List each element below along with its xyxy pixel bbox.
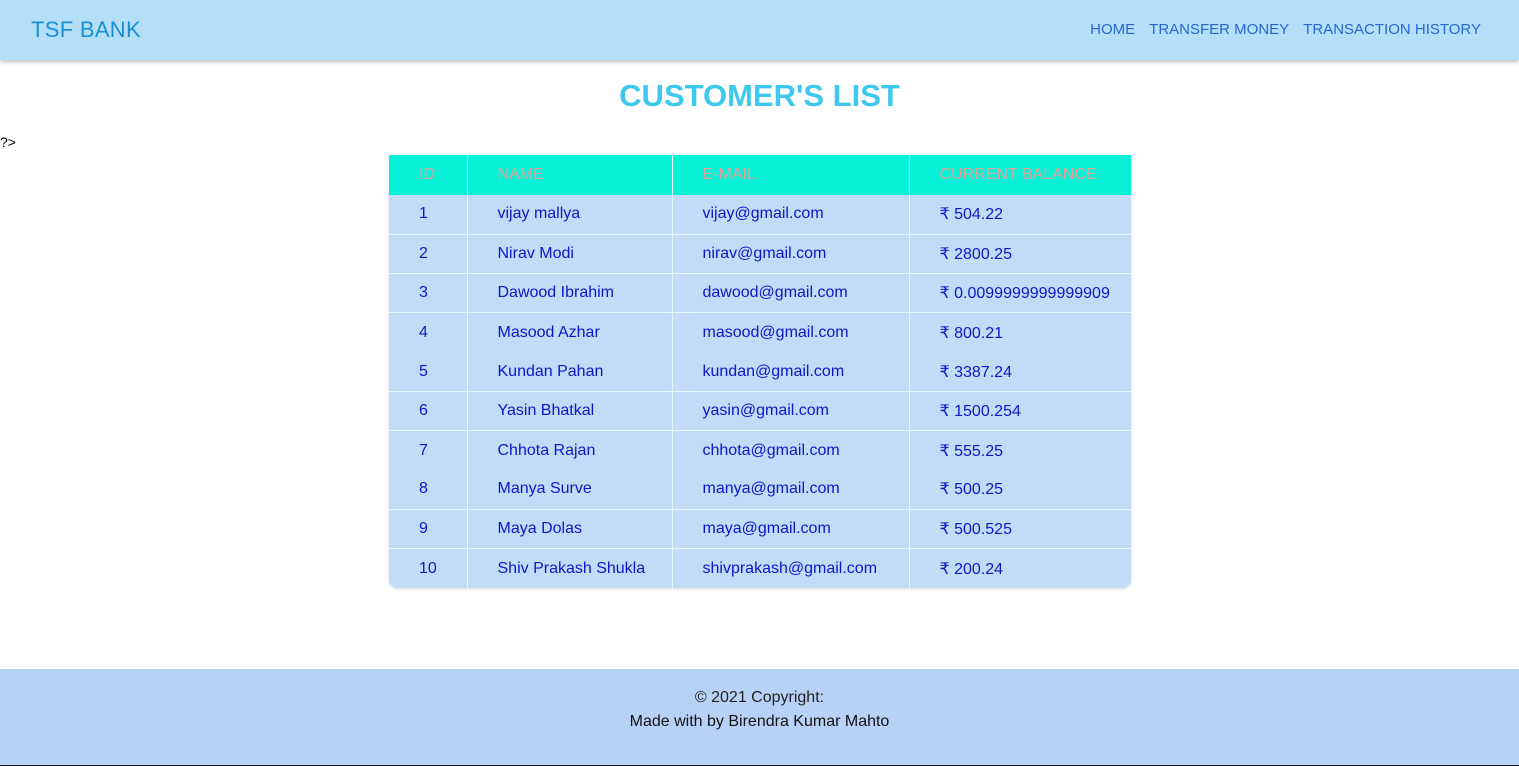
cell-name: Maya Dolas xyxy=(467,508,673,549)
nav-transaction-history-link[interactable]: TRANSACTION HISTORY xyxy=(1303,21,1481,38)
cell-id: 9 xyxy=(389,508,468,549)
nav-home-link[interactable]: HOME xyxy=(1090,21,1135,38)
navbar: TSF BANK HOME TRANSFER MONEY TRANSACTION… xyxy=(0,0,1519,60)
cell-balance: ₹ 2800.25 xyxy=(909,233,1131,274)
cell-id: 5 xyxy=(389,352,468,392)
cell-id: 8 xyxy=(389,470,468,510)
table-row: 3 Dawood Ibrahim dawood@gmail.com ₹ 0.00… xyxy=(389,273,1131,313)
brand-link[interactable]: TSF BANK xyxy=(31,17,141,43)
cell-balance: ₹ 200.24 xyxy=(909,548,1131,588)
footer-credit: Made with by Birendra Kumar Mahto xyxy=(629,713,890,730)
footer: © 2021 Copyright: Made with by Birendra … xyxy=(0,669,1519,766)
table-row: 9 Maya Dolas maya@gmail.com ₹ 500.525 xyxy=(389,508,1131,549)
cell-email: maya@gmail.com xyxy=(672,508,910,549)
cell-name: Manya Surve xyxy=(467,470,673,510)
cell-email: shivprakash@gmail.com xyxy=(672,548,910,588)
cell-balance: ₹ 500.25 xyxy=(939,481,1004,499)
cell-balance: ₹ 500.525 xyxy=(909,508,1131,549)
cell-email: yasin@gmail.com xyxy=(672,390,910,431)
cell-name: vijay mallya xyxy=(467,195,673,235)
header-name: NAME xyxy=(467,155,673,195)
cell-name: Kundan Pahan xyxy=(467,352,673,392)
cell-balance: ₹ 1500.254 xyxy=(909,390,1131,431)
cell-email: nirav@gmail.com xyxy=(672,233,910,274)
nav-transfer-money-link[interactable]: TRANSFER MONEY xyxy=(1149,21,1289,38)
cell-id: 10 xyxy=(389,548,468,588)
cell-balance: ₹ 0.0099999999999909 xyxy=(909,273,1131,313)
cell-email: kundan@gmail.com xyxy=(672,352,910,392)
table-row: 2 Nirav Modi nirav@gmail.com ₹ 2800.25 xyxy=(389,233,1131,274)
cell-balance: ₹ 504.22 xyxy=(939,206,1004,224)
cell-email: manya@gmail.com xyxy=(672,470,910,510)
table-header-row: ID NAME E-MAIL CURRENT BALANCE xyxy=(389,155,1131,195)
cell-name: Chhota Rajan xyxy=(467,430,673,471)
header-id: ID xyxy=(389,155,468,195)
header-current-balance: CURRENT BALANCE xyxy=(939,166,1097,183)
cell-name: Nirav Modi xyxy=(467,233,673,274)
cell-id: 2 xyxy=(389,233,468,274)
customer-table: ID NAME E-MAIL CURRENT BALANCE 1 vijay m… xyxy=(389,155,1131,588)
cell-email: chhota@gmail.com xyxy=(672,430,910,471)
footer-copyright: © 2021 Copyright: xyxy=(694,689,825,706)
table-row: 7 Chhota Rajan chhota@gmail.com ₹ 555.25 xyxy=(389,430,1131,471)
table-row: 4 Masood Azhar masood@gmail.com ₹ 800.21 xyxy=(389,312,1131,353)
cell-name: Yasin Bhatkal xyxy=(467,390,673,431)
cell-email: masood@gmail.com xyxy=(672,312,910,353)
cell-name: Masood Azhar xyxy=(467,312,673,353)
cell-id: 4 xyxy=(389,312,468,353)
cell-email: vijay@gmail.com xyxy=(672,195,910,235)
header-email: E-MAIL xyxy=(672,155,910,195)
table-row: 1 vijay mallya vijay@gmail.com ₹ 504.22 xyxy=(389,195,1131,235)
table-row: 6 Yasin Bhatkal yasin@gmail.com ₹ 1500.2… xyxy=(389,390,1131,431)
table-row: 8 Manya Surve manya@gmail.com ₹ 500.25 xyxy=(389,470,1131,510)
cell-id: 3 xyxy=(389,273,468,313)
cell-id: 7 xyxy=(389,430,468,471)
nav-links: HOME TRANSFER MONEY TRANSACTION HISTORY xyxy=(1090,21,1481,38)
table-row: 5 Kundan Pahan kundan@gmail.com ₹ 3387.2… xyxy=(389,352,1131,392)
cell-id: 6 xyxy=(389,390,468,431)
cell-name: Shiv Prakash Shukla xyxy=(467,548,673,588)
cell-id: 1 xyxy=(389,195,468,235)
stray-php-text: ?> xyxy=(0,134,16,150)
cell-balance: ₹ 800.21 xyxy=(909,312,1131,353)
cell-email: dawood@gmail.com xyxy=(672,273,910,313)
table-row: 10 Shiv Prakash Shukla shivprakash@gmail… xyxy=(389,548,1131,588)
customer-table-container: ID NAME E-MAIL CURRENT BALANCE 1 vijay m… xyxy=(389,155,1131,588)
cell-balance: ₹ 3387.24 xyxy=(939,363,1012,381)
page-title: CUSTOMER'S LIST xyxy=(619,78,900,113)
cell-name: Dawood Ibrahim xyxy=(467,273,673,313)
cell-balance: ₹ 555.25 xyxy=(909,430,1131,471)
